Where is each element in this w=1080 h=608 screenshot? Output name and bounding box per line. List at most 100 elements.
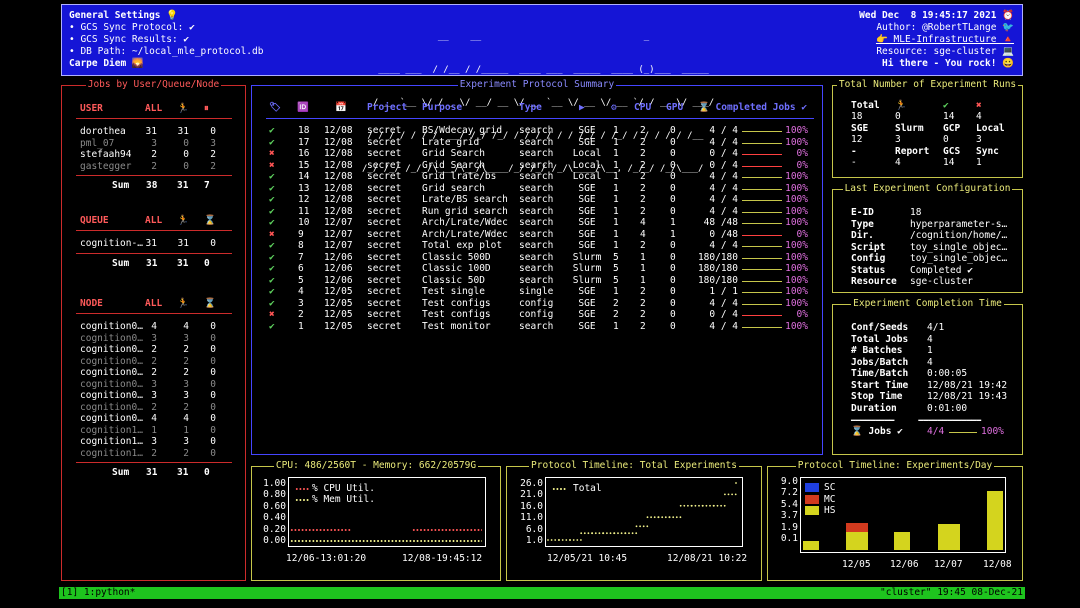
row-percent: 100% [785,125,808,136]
total-runs-panel: Total Number of Experiment Runs Total 🏃 ✔ ✖… [832,79,1023,178]
row-type: search [519,182,554,194]
user-row: 0 [183,137,189,149]
total-point [668,516,671,519]
row-id: 3 [298,297,304,309]
total-point [720,504,722,507]
author-link[interactable]: Author: @RobertTLange 🐦 [876,22,1014,34]
protocol-title: Experiment Protocol Summary [457,79,617,90]
row-cpu: 2 [640,125,646,136]
row-project: secret [367,240,402,251]
y-tick-label: 0.40 [263,512,286,524]
purpose-header: Purpose [422,102,463,113]
node-row: 2 [151,401,157,413]
node-row: 1 [151,424,157,436]
total-point [635,532,638,535]
row-resource: Slurm [572,263,602,274]
row-project: secret [367,309,402,320]
total-point [642,525,645,528]
user-row: 2 [210,160,216,172]
total-point [620,532,623,535]
row-progress-bar [742,315,782,316]
config-key: Config [851,253,886,264]
row-seeds: 1 [613,136,619,148]
config-key: Type [851,218,874,230]
row-type: config [519,309,554,320]
row-resource: SGE [578,205,596,217]
x-tick-label: 12/06-13:01:20 [286,553,367,564]
row-purpose: Arch/Lrate/Wdec [422,228,508,240]
row-cpu: 2 [640,297,646,309]
total-runs-row2-values: 3 [976,134,982,145]
total-runs-row2-labels: GCP [943,123,961,134]
x-tick-label: 12/08 [983,559,1012,570]
row-status-icon: ✔ [269,182,275,194]
row-gpu: 0 [670,159,676,171]
node-row: 0 [210,355,216,367]
x-tick-label: 12/07 [934,559,963,570]
row-type: search [519,274,554,286]
row-percent: 100% [785,182,808,194]
row-status-icon: ✔ [269,297,275,309]
node-row: 0 [210,321,216,332]
total-point [661,516,664,519]
node-row: 0 [210,424,216,436]
row-jobs: 4 / 4 [709,194,738,205]
legend-label-sc: SC [824,482,836,493]
node-row: 4 [183,321,189,332]
user-row: 0 [210,126,216,137]
total-point [705,504,708,507]
row-cpu: 2 [640,171,646,182]
row-progress-bar [742,292,782,293]
row-cpu: 2 [640,320,646,332]
row-resource: Local [572,159,602,171]
total-point [723,504,726,507]
completion-separator: ━━━━━━━━━ ━━━━━━━━━━━━━ [851,416,982,425]
row-gpu: 0 [670,125,676,136]
row-status-icon: ✖ [269,309,275,320]
legend-swatch-mc [805,494,819,504]
row-date: 12/07 [324,228,353,240]
row-gpu: 0 [670,263,676,274]
experiments-per-day-chart-panel: Protocol Timeline: Experiments/Day 9.0 7.… [767,460,1023,581]
row-project: secret [367,171,402,182]
node-row: 0 [210,447,216,459]
header-banner: General Settings 💡 • GCS Sync Protocol: … [61,4,1023,174]
cpu-header: CPU [634,102,652,113]
total-point [547,539,549,541]
y-tick-label: 16.0 [520,500,543,512]
total-point [580,532,583,535]
tmux-window-label[interactable]: [1] 1:python* [61,587,135,599]
queue-sum-rule [76,252,232,254]
row-seeds: 1 [613,240,619,251]
y-tick-label: 26.0 [520,478,543,489]
completion-progress-bar [949,432,977,433]
user-table-header: ALL [145,103,163,114]
row-jobs: 4 / 4 [709,125,738,136]
row-id: 2 [298,309,304,320]
total-runs-row1-labels: ✔ [943,100,949,111]
node-row: 2 [183,447,189,459]
completion-value: 4 [927,356,933,368]
row-progress-bar [742,131,782,132]
total-point [698,504,700,507]
row-status-icon: ✖ [269,159,275,171]
node-row: 0 [210,401,216,413]
row-progress-bar [742,234,782,236]
row-project: secret [367,228,402,240]
mle-infrastructure-link[interactable]: 👉 MLE-Infrastructure 🔺 [876,34,1014,46]
row-resource: SGE [578,240,596,251]
row-jobs: 0 / 4 [709,159,738,171]
total-point [701,504,704,507]
user-sum-rule [76,175,232,176]
legend-swatch-hs [805,506,819,515]
row-gpu: 0 [670,136,676,148]
row-purpose: Test configs [422,309,491,320]
legend-mem: % Mem Util. [312,494,375,505]
row-progress-bar [742,326,782,328]
row-id: 15 [298,159,310,171]
row-project: secret [367,159,402,171]
node-row: 4 [151,413,157,424]
row-jobs: 180/180 [697,274,738,286]
cpu-util-series [412,528,482,531]
row-date: 12/07 [324,240,353,251]
